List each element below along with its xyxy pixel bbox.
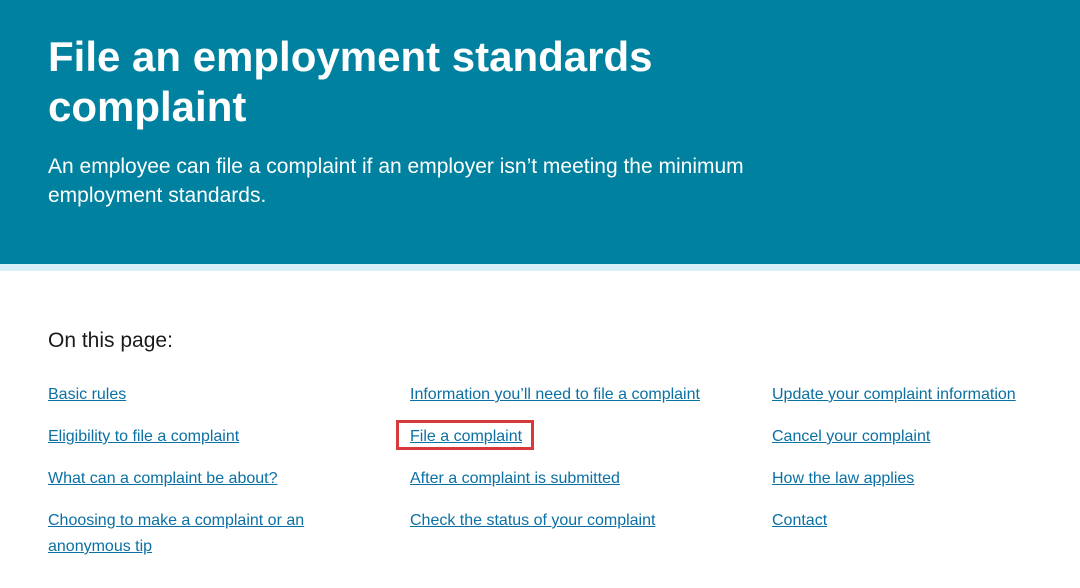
toc-column-3: Update your complaint information Cancel… [772, 382, 1080, 550]
toc-link-file-a-complaint[interactable]: File a complaint [410, 424, 750, 450]
toc-link-complaint-or-anonymous-tip[interactable]: Choosing to make a complaint or an anony… [48, 508, 388, 560]
toc-link-contact[interactable]: Contact [772, 508, 1080, 534]
page-title: File an employment standards complaint [48, 33, 653, 130]
toc-link-eligibility[interactable]: Eligibility to file a complaint [48, 424, 388, 450]
on-this-page-heading: On this page: [48, 329, 173, 352]
toc-link-information-needed[interactable]: Information you’ll need to file a compla… [410, 382, 750, 408]
toc-link-after-submitted[interactable]: After a complaint is submitted [410, 466, 750, 492]
page-header-banner: File an employment standards complaint A… [0, 0, 1080, 264]
header-divider-stripe [0, 264, 1080, 271]
toc-column-1: Basic rules Eligibility to file a compla… [48, 382, 388, 576]
toc-link-update-information[interactable]: Update your complaint information [772, 382, 1080, 408]
toc-link-how-law-applies[interactable]: How the law applies [772, 466, 1080, 492]
toc-link-cancel-complaint[interactable]: Cancel your complaint [772, 424, 1080, 450]
toc-link-check-status[interactable]: Check the status of your complaint [410, 508, 750, 534]
page-subtitle: An employee can file a complaint if an e… [48, 155, 744, 207]
toc-column-2: Information you’ll need to file a compla… [410, 382, 750, 550]
toc-link-basic-rules[interactable]: Basic rules [48, 382, 388, 408]
toc-link-complaint-about[interactable]: What can a complaint be about? [48, 466, 388, 492]
